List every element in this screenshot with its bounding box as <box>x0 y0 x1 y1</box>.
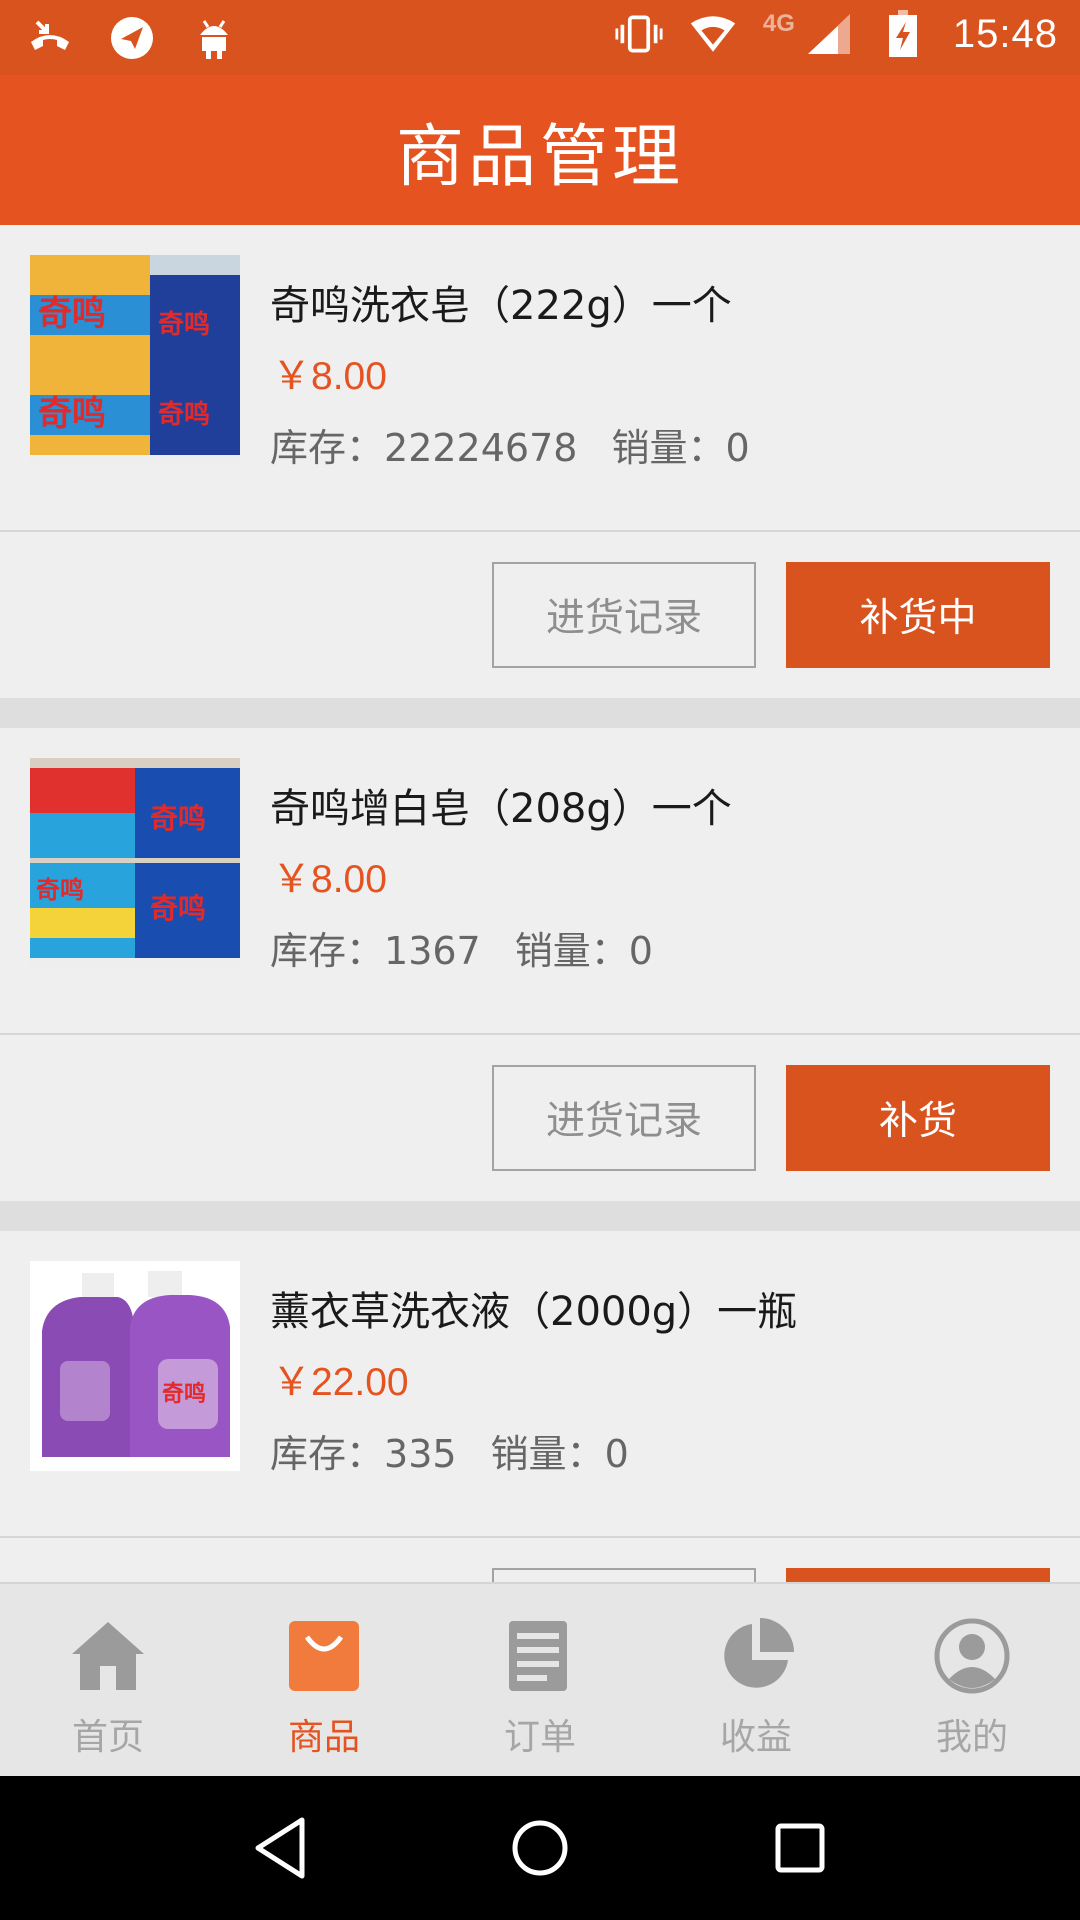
app-bar: 商品管理 <box>0 75 1080 225</box>
stock-label: 库存： <box>270 929 385 973</box>
sales-value: 0 <box>604 1432 629 1476</box>
sales-value: 0 <box>628 929 653 973</box>
network-type-label: 4G <box>762 10 795 37</box>
tab-earnings[interactable]: 收益 <box>648 1584 864 1776</box>
purchase-record-button[interactable]: 进货记录 <box>492 562 756 668</box>
product-name: 奇鸣增白皂（208g）一个 <box>270 786 732 832</box>
svg-text:奇鸣: 奇鸣 <box>150 802 206 835</box>
order-list-icon <box>500 1616 580 1696</box>
svg-text:奇鸣: 奇鸣 <box>162 1381 206 1407</box>
stock-label: 库存： <box>270 426 385 470</box>
sales-label: 销量： <box>490 1432 605 1476</box>
tab-products[interactable]: 商品 <box>216 1584 432 1776</box>
svg-text:奇鸣: 奇鸣 <box>38 394 106 434</box>
missed-call-icon <box>26 14 74 62</box>
svg-text:奇鸣: 奇鸣 <box>38 294 106 334</box>
sales-label: 销量： <box>514 929 629 973</box>
home-icon <box>68 1616 148 1696</box>
svg-text:奇鸣: 奇鸣 <box>158 399 210 430</box>
card-divider <box>0 698 1080 728</box>
send-icon <box>108 14 156 62</box>
product-card: 奇鸣 薰衣草洗衣液（2000g）一瓶 ￥22.00 库存：335 销量：0 <box>0 1231 1080 1582</box>
tab-orders[interactable]: 订单 <box>432 1584 648 1776</box>
product-info[interactable]: 奇鸣 奇鸣 奇鸣 奇鸣增白皂（208g）一个 ￥8.00 库存：1367 销量：0 <box>0 728 1080 1035</box>
stock-value: 335 <box>384 1432 457 1476</box>
card-divider <box>0 1201 1080 1231</box>
product-list[interactable]: 奇鸣 奇鸣 奇鸣 奇鸣 奇鸣洗衣皂（222g）一个 ￥8.00 库存：22224… <box>0 225 1080 1582</box>
product-name: 奇鸣洗衣皂（222g）一个 <box>270 283 732 329</box>
product-actions <box>0 1538 1080 1582</box>
tab-label: 订单 <box>503 1717 576 1758</box>
tab-label: 收益 <box>719 1717 792 1758</box>
system-nav-bar <box>0 1776 1080 1920</box>
sales-value: 0 <box>725 426 750 470</box>
svg-text:奇鸣: 奇鸣 <box>150 892 206 925</box>
recents-icon[interactable] <box>760 1808 840 1888</box>
back-icon[interactable] <box>240 1808 320 1888</box>
status-bar: 4G 15:48 <box>0 0 1080 75</box>
profile-icon <box>932 1616 1012 1696</box>
product-image: 奇鸣 奇鸣 奇鸣 <box>30 758 240 968</box>
purchase-record-button[interactable]: 进货记录 <box>492 1065 756 1171</box>
clock: 15:48 <box>952 11 1058 56</box>
product-card: 奇鸣 奇鸣 奇鸣 奇鸣 奇鸣洗衣皂（222g）一个 ￥8.00 库存：22224… <box>0 225 1080 698</box>
tab-mine[interactable]: 我的 <box>864 1584 1080 1776</box>
home-circle-icon[interactable] <box>500 1808 580 1888</box>
stock-value: 22224678 <box>384 426 578 470</box>
page-title: 商品管理 <box>395 117 684 197</box>
product-image: 奇鸣 奇鸣 奇鸣 奇鸣 <box>30 255 240 465</box>
shopping-bag-icon <box>284 1616 364 1696</box>
tab-label: 首页 <box>71 1717 144 1758</box>
battery-charging-icon <box>879 10 927 58</box>
stock-label: 库存： <box>270 1432 385 1476</box>
vibrate-icon <box>615 10 663 58</box>
bottom-nav: 首页 商品 订单 收益 我的 <box>0 1582 1080 1776</box>
product-info[interactable]: 奇鸣 薰衣草洗衣液（2000g）一瓶 ￥22.00 库存：335 销量：0 <box>0 1231 1080 1538</box>
tab-home[interactable]: 首页 <box>0 1584 216 1776</box>
restock-button[interactable]: 补货中 <box>786 562 1050 668</box>
product-name: 薰衣草洗衣液（2000g）一瓶 <box>270 1289 798 1335</box>
svg-text:奇鸣: 奇鸣 <box>36 876 84 904</box>
stock-value: 1367 <box>384 929 481 973</box>
tab-label: 我的 <box>935 1717 1008 1758</box>
restock-button[interactable] <box>786 1568 1050 1582</box>
product-actions: 进货记录 补货中 <box>0 532 1080 698</box>
signal-icon <box>805 10 853 58</box>
sales-label: 销量： <box>611 426 726 470</box>
product-price: ￥8.00 <box>272 858 387 901</box>
android-icon <box>190 14 238 62</box>
product-price: ￥22.00 <box>272 1361 409 1404</box>
purchase-record-button[interactable] <box>492 1568 756 1582</box>
product-info[interactable]: 奇鸣 奇鸣 奇鸣 奇鸣 奇鸣洗衣皂（222g）一个 ￥8.00 库存：22224… <box>0 225 1080 532</box>
pie-chart-icon <box>716 1616 796 1696</box>
product-stats: 库存：1367 销量：0 <box>270 920 653 975</box>
restock-button[interactable]: 补货 <box>786 1065 1050 1171</box>
product-image: 奇鸣 <box>30 1261 240 1471</box>
product-stats: 库存：22224678 销量：0 <box>270 417 750 472</box>
tab-label: 商品 <box>287 1717 360 1758</box>
product-price: ￥8.00 <box>272 355 387 398</box>
product-card: 奇鸣 奇鸣 奇鸣 奇鸣增白皂（208g）一个 ￥8.00 库存：1367 销量：0… <box>0 728 1080 1201</box>
product-stats: 库存：335 销量：0 <box>270 1423 629 1478</box>
svg-text:奇鸣: 奇鸣 <box>158 309 210 340</box>
product-actions: 进货记录 补货 <box>0 1035 1080 1201</box>
wifi-icon <box>689 10 737 58</box>
